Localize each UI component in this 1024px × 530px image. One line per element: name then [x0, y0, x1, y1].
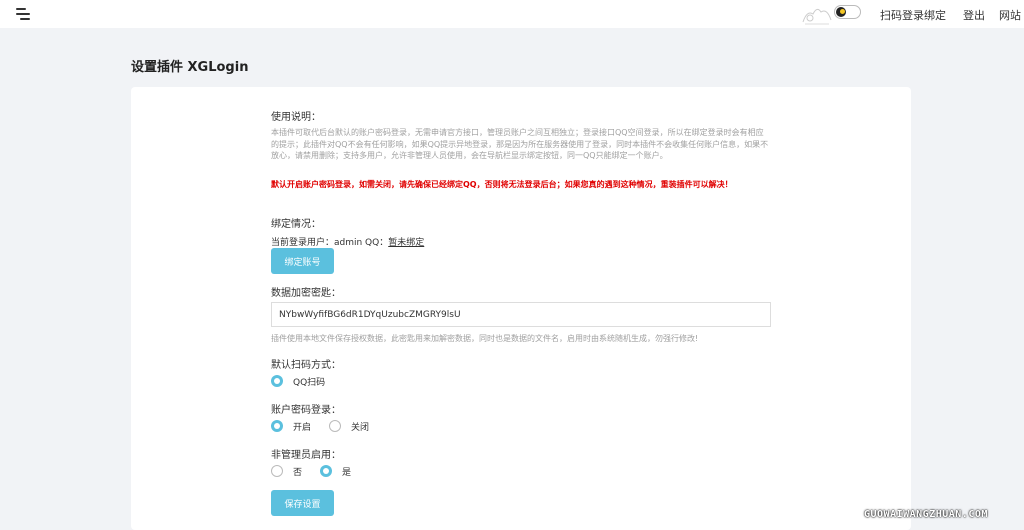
scan-method-label: 默认扫码方式：	[271, 360, 341, 371]
logout-link[interactable]: 登出	[963, 7, 985, 23]
non-admin-label: 非管理员启用：	[271, 450, 341, 461]
unbound-link[interactable]: 暂未绑定	[388, 238, 424, 248]
radio-qq-scan-label: QQ扫码	[293, 377, 326, 388]
page-title: 设置插件 XGLogin	[131, 60, 249, 75]
save-settings-button[interactable]: 保存设置	[271, 490, 334, 516]
non-admin-options: 否 是	[271, 464, 369, 478]
password-login-label: 账户密码登录：	[271, 405, 341, 416]
radio-non-admin-yes-label: 是	[342, 467, 352, 478]
radio-non-admin-no-label: 否	[293, 467, 303, 478]
theme-toggle[interactable]	[834, 5, 861, 19]
encryption-key-hint: 插件使用本地文件保存授权数据，此密匙用来加解密数据，同时也是数据的文件名，启用时…	[271, 334, 699, 343]
hamburger-menu-icon[interactable]	[16, 8, 30, 20]
moon-icon	[836, 7, 846, 17]
usage-warning: 默认开启账户密码登录，如需关闭，请先确保已经绑定QQ，否则将无法登录后台；如果您…	[271, 180, 733, 189]
password-login-options: 开启 关闭	[271, 419, 387, 433]
usage-description: 本插件可取代后台默认的账户密码登录，无需申请官方接口，管理员账户之间互相独立；登…	[271, 128, 769, 160]
encryption-key-input[interactable]	[271, 302, 771, 327]
radio-password-on-label: 开启	[293, 422, 312, 433]
binding-label: 绑定情况：	[271, 219, 321, 230]
site-watermark: GUOWAIWANGZHUAN.COM	[864, 509, 988, 520]
radio-qq-scan[interactable]	[271, 375, 283, 387]
radio-password-off-label: 关闭	[351, 422, 370, 433]
website-link[interactable]: 网站	[999, 7, 1021, 23]
radio-password-on[interactable]	[271, 420, 283, 432]
radio-non-admin-no[interactable]	[271, 465, 283, 477]
radio-non-admin-yes[interactable]	[320, 465, 333, 477]
radio-password-off[interactable]	[329, 420, 342, 432]
cat-doodle-icon	[802, 8, 832, 25]
current-user-line: 当前登录用户：admin QQ：暂未绑定	[271, 235, 424, 248]
bind-account-button[interactable]: 绑定账号	[271, 248, 334, 274]
scan-login-bind-link[interactable]: 扫码登录绑定	[880, 7, 946, 23]
top-navbar: 扫码登录绑定 登出 网站	[0, 0, 1024, 28]
encryption-key-label: 数据加密密匙：	[271, 288, 341, 299]
current-user-text: 当前登录用户：admin QQ：	[271, 238, 389, 248]
usage-label: 使用说明：	[271, 112, 321, 123]
scan-method-options: QQ扫码	[271, 374, 343, 388]
